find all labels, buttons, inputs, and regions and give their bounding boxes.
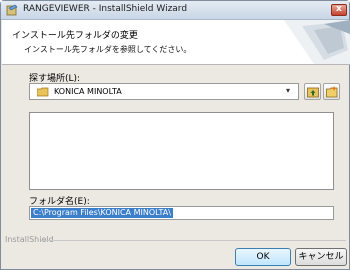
- close-icon: x: [336, 4, 342, 14]
- look-in-value: KONICA MINOLTA: [54, 87, 122, 96]
- up-one-level-button[interactable]: [304, 83, 321, 100]
- window-title: RANGEVIEWER - InstallShield Wizard: [23, 4, 188, 14]
- cancel-button[interactable]: キャンセル: [295, 248, 347, 266]
- installer-app-icon: [6, 4, 18, 16]
- close-button[interactable]: x: [331, 4, 347, 16]
- look-in-dropdown[interactable]: KONICA MINOLTA ▾: [29, 83, 299, 100]
- folder-name-field[interactable]: C:\Program Files\KONICA MINOLTA\: [29, 206, 334, 220]
- chevron-down-icon[interactable]: ▾: [286, 86, 290, 95]
- folder-up-icon: [307, 87, 319, 98]
- installer-window: RANGEVIEWER - InstallShield Wizard x インス…: [0, 0, 350, 270]
- folder-icon: [37, 87, 49, 97]
- header-subtitle: インストール先フォルダを参照してください。: [24, 45, 192, 54]
- folder-list[interactable]: [29, 112, 334, 190]
- new-folder-icon: [326, 86, 338, 98]
- footer-divider: [41, 240, 346, 241]
- folder-name-value: C:\Program Files\KONICA MINOLTA\: [31, 208, 173, 218]
- header-title: インストール先フォルダの変更: [12, 31, 138, 41]
- header-graphic-icon: [284, 20, 350, 64]
- ok-button[interactable]: OK: [235, 248, 291, 266]
- wizard-header: インストール先フォルダの変更 インストール先フォルダを参照してください。: [2, 20, 350, 65]
- title-bar[interactable]: RANGEVIEWER - InstallShield Wizard x: [1, 1, 349, 20]
- create-new-folder-button[interactable]: [323, 83, 340, 100]
